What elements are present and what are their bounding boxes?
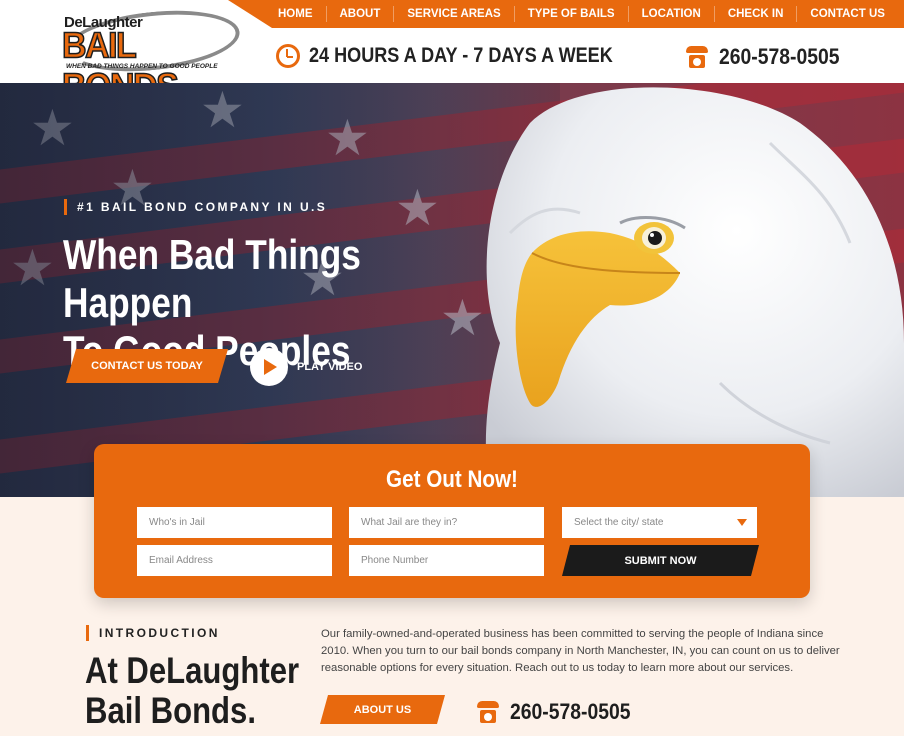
intro-kicker-text: INTRODUCTION	[99, 626, 220, 640]
hero-title-line-1: When Bad Things Happen	[63, 231, 361, 326]
intro-paragraph: Our family-owned-and-operated business h…	[321, 628, 840, 674]
hours-banner: 24 HOURS A DAY - 7 DAYS A WEEK	[276, 44, 662, 68]
header-phone[interactable]: 260-578-0505	[686, 44, 856, 70]
play-video-label[interactable]: PLAY VIDEO	[297, 361, 362, 373]
intro-title: At DeLaughter Bail Bonds.	[85, 651, 303, 731]
whos-in-jail-input[interactable]: Who's in Jail	[137, 507, 332, 538]
nav-item-service-areas[interactable]: SERVICE AREAS	[393, 6, 513, 22]
main-nav: HOME ABOUT SERVICE AREAS TYPE OF BAILS L…	[265, 0, 898, 28]
nav-item-contact-us[interactable]: CONTACT US	[796, 6, 898, 22]
clock-icon	[276, 44, 300, 68]
telephone-icon	[477, 701, 499, 723]
phone-number-input[interactable]: Phone Number	[349, 545, 544, 576]
city-state-select[interactable]: Select the city/ state	[562, 507, 757, 538]
form-title: Get Out Now!	[386, 466, 518, 493]
telephone-icon	[686, 46, 708, 68]
play-icon[interactable]	[250, 348, 288, 386]
submit-now-button[interactable]: SUBMIT NOW	[562, 545, 759, 576]
header-phone-number[interactable]: 260-578-0505	[719, 44, 840, 70]
nav-item-about[interactable]: ABOUT	[325, 6, 394, 22]
nav-item-check-in[interactable]: CHECK IN	[713, 6, 797, 22]
hero-banner: ★ ★ ★ ★ ★ ★ ★ ★ #1 BAI	[0, 83, 904, 497]
kicker-accent-bar	[86, 625, 89, 641]
intro-kicker: INTRODUCTION	[86, 625, 220, 641]
contact-us-today-button[interactable]: CONTACT US TODAY	[66, 349, 228, 383]
bald-eagle-image	[485, 87, 904, 497]
get-out-now-form: Get Out Now! Who's in Jail What Jail are…	[94, 444, 810, 598]
about-us-button[interactable]: ABOUT US	[320, 695, 445, 724]
nav-item-location[interactable]: LOCATION	[627, 6, 714, 22]
intro-phone-number[interactable]: 260-578-0505	[510, 699, 631, 725]
intro-title-line-1: At DeLaughter	[85, 650, 300, 691]
which-jail-input[interactable]: What Jail are they in?	[349, 507, 544, 538]
intro-phone[interactable]: 260-578-0505	[477, 699, 647, 725]
dropdown-arrow-icon	[737, 519, 747, 526]
play-video-button[interactable]: PLAY VIDEO	[250, 348, 362, 386]
email-input[interactable]: Email Address	[137, 545, 332, 576]
site-logo[interactable]: DeLaughter BAIL BONDS WHEN BAD THINGS HA…	[60, 3, 243, 108]
nav-item-type-of-bails[interactable]: TYPE OF BAILS	[513, 6, 628, 22]
kicker-accent-bar	[64, 199, 67, 215]
hero-kicker-text: #1 BAIL BOND COMPANY IN U.S	[77, 200, 328, 214]
site-header: DeLaughter BAIL BONDS WHEN BAD THINGS HA…	[0, 0, 904, 108]
hours-text: 24 HOURS A DAY - 7 DAYS A WEEK	[309, 44, 613, 67]
intro-title-line-2: Bail Bonds.	[85, 690, 256, 731]
city-state-select-value: Select the city/ state	[574, 517, 664, 528]
hero-kicker: #1 BAIL BOND COMPANY IN U.S	[64, 199, 327, 215]
nav-item-home[interactable]: HOME	[265, 6, 326, 22]
logo-tagline: WHEN BAD THINGS HAPPEN TO GOOD PEOPLE	[66, 63, 218, 70]
